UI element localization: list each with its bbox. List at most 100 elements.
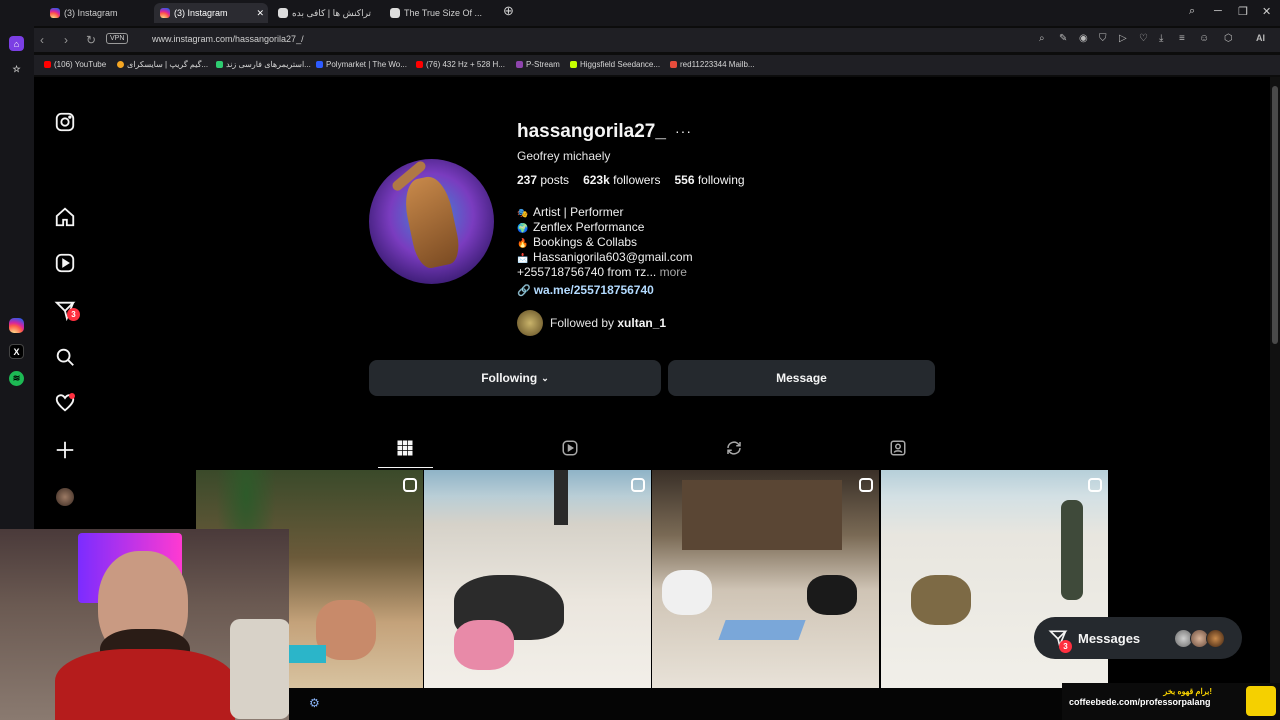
message-button[interactable]: Message <box>668 360 935 396</box>
pin-icon[interactable]: ☆ <box>9 62 24 77</box>
download-icon[interactable]: ⤓ <box>1159 33 1163 44</box>
following-button[interactable]: Following ⌄ <box>369 360 661 396</box>
menu-icon[interactable]: ≡ <box>1179 33 1185 44</box>
chevron-down-icon: ⌄ <box>541 372 549 383</box>
close-window-icon[interactable]: ✕ <box>1262 5 1271 18</box>
minimize-icon[interactable]: ─ <box>1214 5 1222 17</box>
site-icon <box>570 61 577 68</box>
polymarket-icon <box>316 61 323 68</box>
bookmark-p-stream[interactable]: P-Stream <box>516 60 560 69</box>
browser-tab[interactable]: The True Size Of ... <box>384 3 488 23</box>
back-icon[interactable]: ‹ <box>40 33 44 47</box>
post-thumbnail[interactable] <box>652 470 879 688</box>
browser-tab-active[interactable]: (3) Instagram ✕ <box>154 3 268 23</box>
browser-tab[interactable]: (3) Instagram <box>44 3 124 23</box>
mail-icon <box>670 61 677 68</box>
youtube-icon <box>44 61 51 68</box>
active-tab-indicator <box>378 467 433 468</box>
ai-button[interactable]: AI <box>1256 33 1265 43</box>
webcam-overlay <box>0 529 289 720</box>
x-twitter-icon[interactable]: X <box>9 344 24 359</box>
browser-tab-bar: (3) Instagram (3) Instagram ✕ تراکنش ها … <box>0 0 1280 26</box>
reel-icon <box>1088 478 1102 492</box>
envelope-icon: 📩 <box>517 253 529 263</box>
messages-badge: 3 <box>1059 640 1072 653</box>
more-options-icon[interactable]: ··· <box>675 123 692 139</box>
theater-masks-icon: 🎭 <box>517 208 529 218</box>
instagram-logo-icon[interactable] <box>53 110 77 134</box>
bookmark-polymarket[interactable]: Polymarket | The Wo... <box>316 60 407 69</box>
notification-badge: 3 <box>67 308 80 321</box>
reel-icon <box>631 478 645 492</box>
profile-avatar[interactable] <box>369 159 494 284</box>
profile-avatar-nav[interactable] <box>53 485 77 509</box>
search-icon[interactable]: ⌕ <box>1189 5 1195 18</box>
followed-by[interactable]: Followed by xultan_1 <box>517 310 666 336</box>
opera-home-icon[interactable]: ⌂ <box>9 36 24 51</box>
avatar <box>517 310 543 336</box>
spotify-icon[interactable]: ≋ <box>9 371 24 386</box>
followers-stat[interactable]: 623k followers <box>583 173 660 187</box>
bio-more-link[interactable]: more <box>660 265 687 279</box>
forward-icon[interactable]: › <box>64 33 68 47</box>
steam-icon: ⚙ <box>309 696 320 710</box>
repost-icon <box>727 441 741 455</box>
home-icon[interactable] <box>53 205 77 229</box>
bookmark-streamers[interactable]: استریمرهای فارسی زند... <box>216 60 311 69</box>
tab-label: The True Size Of ... <box>404 8 483 18</box>
bookmark-432hz[interactable]: (76) 432 Hz + 528 H... <box>416 60 505 69</box>
camera-icon[interactable]: ◉ <box>1079 33 1088 44</box>
scrollbar-thumb[interactable] <box>1272 86 1278 344</box>
profile-icon[interactable]: ☺ <box>1199 33 1209 44</box>
create-plus-icon[interactable] <box>53 438 77 462</box>
coffee-donation-banner: برام قهوه بخر! coffeebede.com/professorp… <box>1062 683 1280 720</box>
search-icon[interactable]: ⌕ <box>1039 33 1045 44</box>
messages-floating-button[interactable]: Messages 3 <box>1034 617 1242 659</box>
close-icon[interactable]: ✕ <box>256 8 264 19</box>
heart-icon[interactable]: ♡ <box>1139 33 1148 44</box>
profile-external-link[interactable]: 🔗 wa.me/255718756740 <box>517 283 654 297</box>
site-icon <box>516 61 523 68</box>
search-icon[interactable] <box>53 345 77 369</box>
reload-icon[interactable]: ↻ <box>86 33 96 47</box>
notification-dot <box>69 393 75 399</box>
posts-stat: 237 posts <box>517 173 570 187</box>
tab-reposts[interactable] <box>725 439 745 459</box>
bookmark-higgsfield[interactable]: Higgsfield Seedance... <box>570 60 660 69</box>
bookmark-game-grip[interactable]: گیم گریپ | سایسکرای... <box>117 60 208 69</box>
vpn-badge[interactable]: VPN <box>106 33 129 44</box>
notifications-heart-icon[interactable] <box>53 391 77 415</box>
bio-line: 🎭 Artist | Performer <box>517 205 624 219</box>
profile-full-name: Geofrey michaely <box>517 149 611 163</box>
tagged-user-icon <box>890 440 906 456</box>
tab-posts-grid[interactable] <box>396 439 416 459</box>
tab-label: (3) Instagram <box>64 8 118 18</box>
tab-label: تراکنش ها | کافی بده <box>292 7 372 18</box>
extensions-icon[interactable]: ⬡ <box>1224 33 1233 44</box>
post-thumbnail[interactable] <box>424 470 651 688</box>
tab-tagged[interactable] <box>889 439 909 459</box>
instagram-icon[interactable] <box>9 318 24 333</box>
reels-icon[interactable] <box>53 251 77 275</box>
reels-icon <box>562 440 578 456</box>
stream-taskbar-strip: ⚙ <box>289 688 1062 720</box>
direct-messages-icon[interactable]: 3 <box>53 298 80 322</box>
tab-reels[interactable] <box>561 439 581 459</box>
bookmark-youtube[interactable]: (106) YouTube <box>44 60 106 69</box>
bio-line: +255718756740 from ᴛᴢ... more <box>517 265 687 279</box>
url-field[interactable]: www.instagram.com/hassangorila27_/ <box>152 34 304 44</box>
restore-icon[interactable]: ❐ <box>1238 5 1248 18</box>
reel-icon <box>859 478 873 492</box>
shield-icon[interactable]: ⛉ <box>1099 33 1107 44</box>
new-tab-icon[interactable]: ⊕ <box>503 3 514 19</box>
browser-tab[interactable]: تراکنش ها | کافی بده <box>272 3 377 23</box>
play-icon[interactable]: ▷ <box>1119 33 1127 44</box>
profile-username: hassangorila27_ <box>517 121 666 142</box>
bio-line: 🔥 Bookings & Collabs <box>517 235 638 249</box>
edit-icon[interactable]: ✎ <box>1059 33 1067 44</box>
coffee-cup-icon <box>1246 686 1276 716</box>
bookmark-mailbox[interactable]: red11223344 Mailb... <box>670 60 755 69</box>
following-stat[interactable]: 556 following <box>674 173 744 187</box>
coffee-url: coffeebede.com/professorpalang <box>1069 697 1211 707</box>
grid-icon <box>397 440 413 456</box>
